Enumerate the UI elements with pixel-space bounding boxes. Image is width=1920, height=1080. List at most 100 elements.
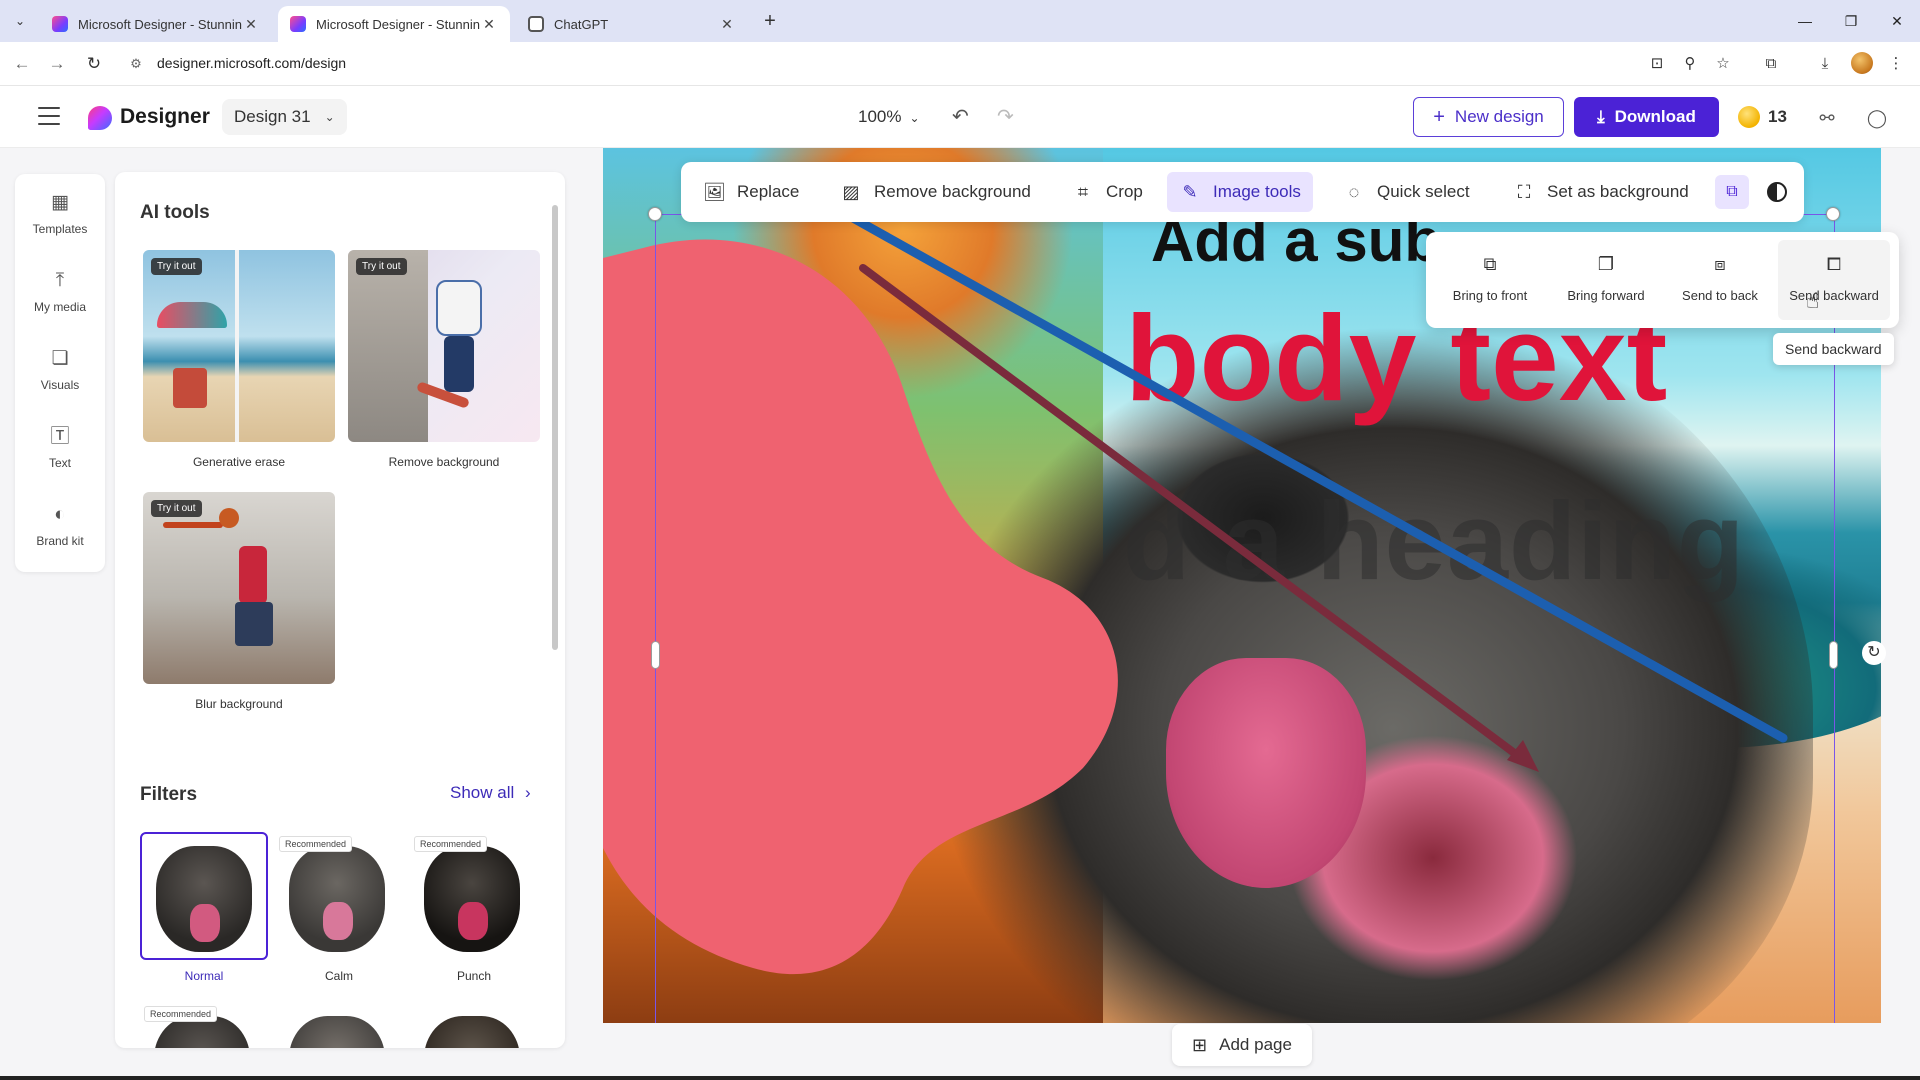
forward-arrow-icon[interactable]: →: [45, 52, 69, 76]
add-page-icon: ⊞: [1192, 1034, 1208, 1055]
remove-background-button[interactable]: ▨ Remove background: [828, 172, 1043, 212]
filter-thumbnail: Recommended: [410, 832, 538, 960]
image-toolbar: 🖼 Replace ▨ Remove background ⌗ Crop ✎ I…: [681, 162, 1804, 222]
bookmark-star-icon[interactable]: ☆: [1711, 52, 1735, 76]
browser-address-bar: ← → ↻ ⚙ designer.microsoft.com/design ⊡ …: [0, 42, 1920, 86]
recommended-badge: Recommended: [144, 1006, 218, 1022]
tool-remove-background[interactable]: Try it out Remove background: [348, 250, 540, 469]
arrange-layers-icon[interactable]: ⧉: [1715, 175, 1749, 209]
rail-item-visuals[interactable]: ❏ Visuals: [15, 346, 105, 392]
resize-handle-top-left[interactable]: [648, 207, 662, 221]
tool-blur-background[interactable]: Try it out Blur background: [143, 492, 335, 711]
quick-select-label: Quick select: [1377, 182, 1470, 201]
resize-handle-top-right[interactable]: [1826, 207, 1840, 221]
add-page-button[interactable]: ⊞ Add page: [1172, 1024, 1312, 1066]
image-icon: 🖼: [703, 181, 726, 202]
rail-item-my-media[interactable]: ⤒ My media: [15, 268, 105, 314]
new-design-button[interactable]: + New design: [1413, 97, 1564, 137]
more-menu-icon[interactable]: ⋮: [1884, 52, 1908, 76]
tab-close-icon[interactable]: ✕: [242, 16, 260, 33]
taskbar-edge: [0, 1076, 1920, 1080]
visuals-icon: ❏: [51, 348, 69, 369]
minimize-icon[interactable]: —: [1782, 6, 1828, 36]
filter-thumbnail: [275, 1002, 403, 1048]
undo-icon[interactable]: ↶: [952, 104, 969, 129]
browser-tab-3[interactable]: ChatGPT ✕: [516, 6, 748, 42]
crop-icon: ⌗: [1077, 181, 1089, 202]
send-backward-icon: ⧠: [1826, 254, 1842, 274]
chevron-right-icon: ›: [525, 783, 531, 802]
downloads-icon[interactable]: ⤓: [1813, 52, 1837, 76]
new-tab-plus-icon[interactable]: +: [758, 9, 782, 33]
share-icon[interactable]: ⚯: [1814, 105, 1840, 131]
chevron-down-icon: ⌄: [324, 110, 335, 124]
filter-calm[interactable]: Recommended Calm: [275, 832, 403, 983]
url-field[interactable]: designer.microsoft.com/design: [157, 55, 346, 71]
download-icon: ⤓: [1597, 107, 1605, 126]
resize-handle-right[interactable]: [1829, 641, 1838, 669]
site-info-icon[interactable]: ⚙: [124, 52, 148, 76]
profile-avatar[interactable]: [1851, 52, 1873, 74]
tab-list-chevron-icon[interactable]: ⌄: [8, 9, 32, 33]
filter-punch[interactable]: Recommended Punch: [410, 832, 538, 983]
rail-label: Visuals: [40, 378, 80, 392]
hamburger-menu-icon[interactable]: [38, 107, 60, 125]
filter-4[interactable]: Recommended: [140, 1002, 268, 1048]
browser-tab-2[interactable]: Microsoft Designer - Stunning ✕: [278, 6, 510, 42]
restore-icon[interactable]: ❐: [1828, 6, 1874, 36]
tool-generative-erase[interactable]: Try it out Generative erase: [143, 250, 335, 469]
reload-icon[interactable]: ↻: [82, 52, 106, 76]
chatgpt-favicon-icon: [528, 16, 544, 32]
extensions-icon[interactable]: ⧉: [1759, 52, 1783, 76]
filter-5[interactable]: [275, 1002, 403, 1048]
bring-to-front-icon: ⧉: [1483, 254, 1497, 274]
bring-to-front-button[interactable]: ⧉ Bring to front: [1434, 240, 1546, 320]
templates-icon: ▦: [51, 192, 69, 213]
redo-icon[interactable]: ↷: [997, 104, 1014, 129]
crop-label: Crop: [1106, 182, 1143, 201]
design-name-dropdown[interactable]: Design 31 ⌄: [222, 99, 347, 135]
back-arrow-icon[interactable]: ←: [10, 52, 34, 76]
send-to-back-label: Send to back: [1682, 288, 1758, 303]
design-name: Design 31: [234, 107, 311, 126]
image-tools-button[interactable]: ✎ Image tools: [1167, 172, 1313, 212]
bring-forward-button[interactable]: ❐ Bring forward: [1550, 240, 1662, 320]
send-backward-label: Send backward: [1789, 288, 1879, 303]
zoom-dropdown[interactable]: 100% ⌄: [858, 107, 920, 127]
try-it-out-badge: Try it out: [151, 258, 202, 275]
resize-handle-left[interactable]: [651, 641, 660, 669]
browser-tab-1[interactable]: Microsoft Designer - Stunning ✕: [40, 6, 272, 42]
set-as-background-button[interactable]: ⛶ Set as background: [1501, 172, 1701, 212]
new-design-label: New design: [1454, 107, 1544, 126]
download-button[interactable]: ⤓ Download: [1574, 97, 1719, 137]
send-backward-tooltip: Send backward: [1773, 333, 1894, 365]
filter-6[interactable]: [410, 1002, 538, 1048]
selection-outline: [655, 214, 1835, 1023]
rail-item-brand-kit[interactable]: ◐ Brand kit: [15, 502, 105, 548]
filter-normal[interactable]: Normal: [140, 832, 268, 983]
rotate-icon[interactable]: ↻: [1862, 641, 1886, 665]
panel-scrollbar[interactable]: [552, 205, 558, 650]
quick-select-button[interactable]: ◌ Quick select: [1331, 172, 1482, 212]
filters-contrast-icon[interactable]: [1760, 175, 1794, 209]
replace-button[interactable]: 🖼 Replace: [691, 172, 811, 212]
quick-select-icon: ◌: [1348, 181, 1360, 202]
zoom-icon[interactable]: ⚲: [1678, 52, 1702, 76]
brand-name: Designer: [120, 105, 210, 128]
recommended-badge: Recommended: [279, 836, 353, 852]
credits-count[interactable]: 13: [1768, 107, 1787, 127]
rail-item-text[interactable]: 🅃 Text: [15, 424, 105, 470]
account-icon[interactable]: ◯: [1864, 105, 1890, 131]
tab-close-icon[interactable]: ✕: [718, 16, 736, 33]
bring-forward-label: Bring forward: [1567, 288, 1645, 303]
send-backward-button[interactable]: ⧠ Send backward: [1778, 240, 1890, 320]
window-close-icon[interactable]: ✕: [1874, 6, 1920, 36]
install-app-icon[interactable]: ⊡: [1645, 52, 1669, 76]
rail-item-templates[interactable]: ▦ Templates: [15, 190, 105, 236]
generative-erase-thumbnail: Try it out: [143, 250, 335, 442]
tab-close-icon[interactable]: ✕: [480, 16, 498, 33]
show-all-link[interactable]: Show all ›: [450, 783, 531, 803]
send-to-back-button[interactable]: ⧈ Send to back: [1664, 240, 1776, 320]
send-to-back-icon: ⧈: [1714, 254, 1726, 274]
crop-button[interactable]: ⌗ Crop: [1060, 172, 1155, 212]
